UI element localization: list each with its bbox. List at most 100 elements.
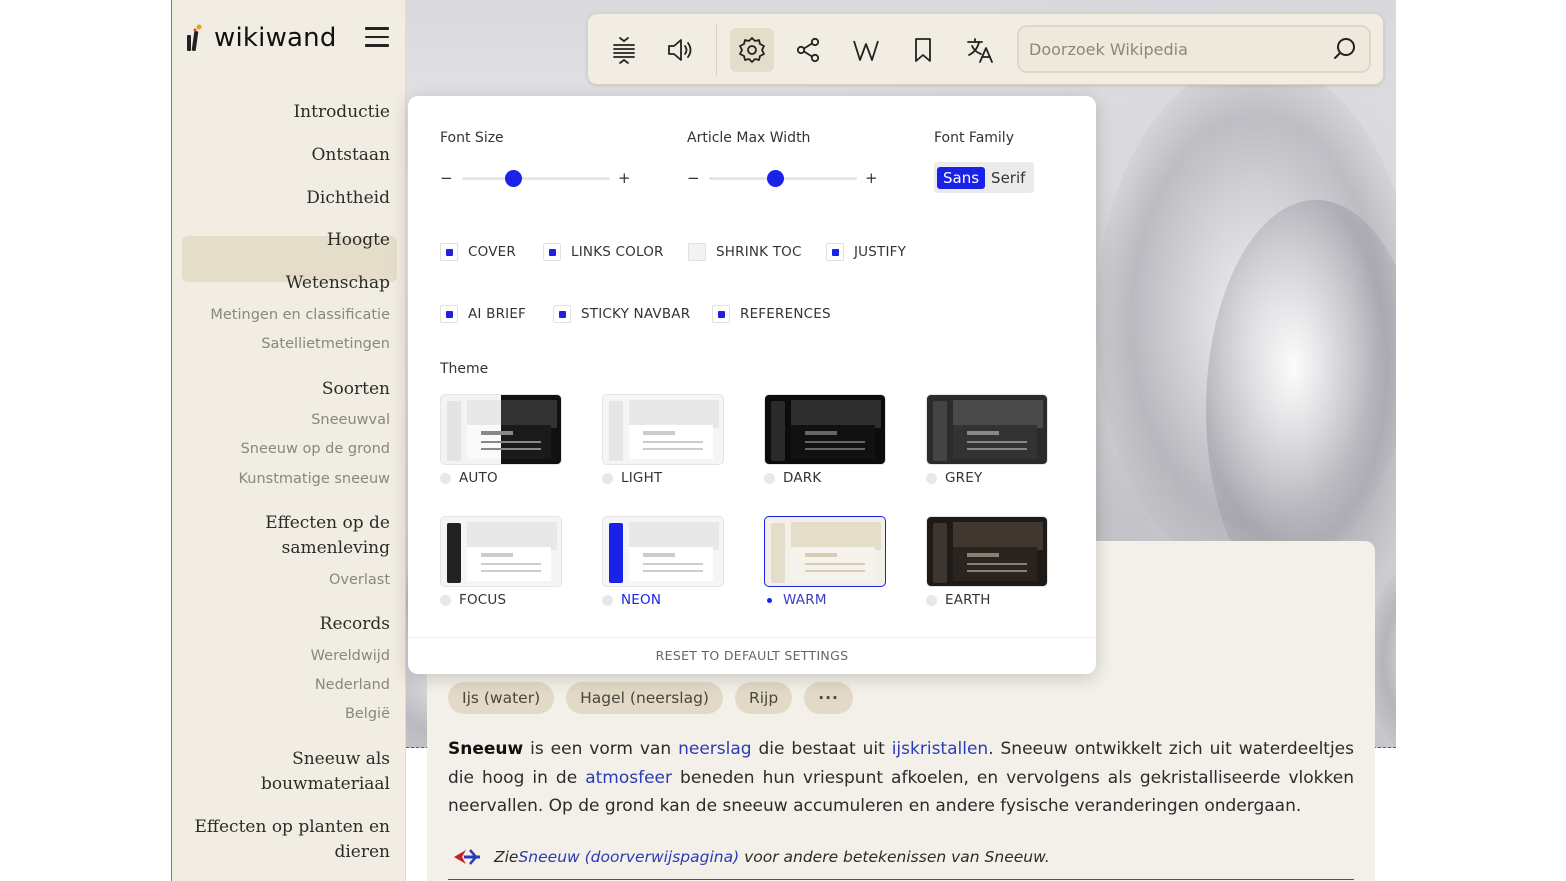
toggle-label: STICKY NAVBAR xyxy=(581,306,691,322)
font-size-knob[interactable] xyxy=(505,170,523,187)
checkbox[interactable] xyxy=(826,243,844,261)
theme-dark[interactable]: DARK xyxy=(764,394,888,486)
checkbox[interactable] xyxy=(440,243,458,261)
wikiwand-logo[interactable]: wikiwand xyxy=(184,18,337,58)
radio[interactable] xyxy=(440,472,451,484)
toggle-links-color[interactable]: LINKS COLOR xyxy=(543,243,664,261)
toc-sub-metingen[interactable]: Metingen en classificatie xyxy=(210,305,390,325)
speaker-icon[interactable] xyxy=(658,28,702,72)
toggle-sticky-navbar[interactable]: STICKY NAVBAR xyxy=(553,305,690,323)
toc-item-hoogte[interactable]: Hoogte xyxy=(327,228,390,253)
font-size-decrease[interactable]: − xyxy=(440,168,453,188)
checkbox[interactable] xyxy=(553,305,571,323)
bookmark-icon[interactable] xyxy=(901,28,945,72)
toc-item-effecten-samenleving-line2[interactable]: samenleving xyxy=(282,536,390,561)
related-chip[interactable]: Ijs (water) xyxy=(448,682,555,714)
toggle-ai-brief[interactable]: AI BRIEF xyxy=(440,305,526,323)
sidebar: wikiwand Introductie Ontstaan Dichtheid … xyxy=(171,0,406,881)
theme-preview xyxy=(926,516,1048,587)
toggle-shrink-toc[interactable]: SHRINK TOC xyxy=(688,243,802,261)
toggle-label: LINKS COLOR xyxy=(571,244,664,260)
theme-option-label: AUTO xyxy=(440,470,498,486)
toc-sub-kunstmatige-sneeuw[interactable]: Kunstmatige sneeuw xyxy=(239,469,391,489)
wikipedia-icon[interactable] xyxy=(844,28,888,72)
toc-item-planten-dieren[interactable]: Effecten op planten en xyxy=(195,815,391,840)
theme-grey[interactable]: GREY xyxy=(926,394,1050,486)
theme-warm[interactable]: WARM xyxy=(764,516,888,608)
toc-item-introductie[interactable]: Introductie xyxy=(293,100,390,125)
checkbox[interactable] xyxy=(712,305,730,323)
radio-selected[interactable] xyxy=(764,594,775,606)
theme-neon[interactable]: NEON xyxy=(602,516,726,608)
max-width-slider[interactable]: − + xyxy=(687,168,883,188)
checkbox[interactable] xyxy=(440,305,458,323)
related-chip[interactable]: Rijp xyxy=(734,682,793,714)
link-ijskristallen[interactable]: ijskristallen xyxy=(892,739,988,759)
hamburger-menu-icon[interactable] xyxy=(365,27,389,49)
top-toolbar xyxy=(587,13,1384,85)
toggle-references[interactable]: REFERENCES xyxy=(712,305,831,323)
font-size-label: Font Size xyxy=(440,130,504,146)
radio[interactable] xyxy=(602,472,613,484)
font-family-sans[interactable]: Sans xyxy=(937,166,986,189)
max-width-increase[interactable]: + xyxy=(865,168,878,188)
font-size-slider[interactable]: − + xyxy=(440,168,636,188)
theme-option-label: LIGHT xyxy=(602,470,662,486)
toc-item-planten-dieren-line2[interactable]: dieren xyxy=(334,840,390,865)
theme-label: Theme xyxy=(440,361,489,377)
toc-item-effecten-samenleving[interactable]: Effecten op de xyxy=(265,511,390,536)
toggle-label: AI BRIEF xyxy=(468,306,527,322)
radio[interactable] xyxy=(926,594,937,606)
max-width-knob[interactable] xyxy=(767,170,785,187)
radio[interactable] xyxy=(440,594,451,606)
search-icon[interactable] xyxy=(1331,35,1359,63)
theme-auto[interactable]: AUTO xyxy=(440,394,564,486)
reset-settings-button[interactable]: RESET TO DEFAULT SETTINGS xyxy=(408,648,1096,663)
toc-item-soorten[interactable]: Soorten xyxy=(322,377,390,402)
toc-toggle-icon[interactable] xyxy=(602,28,646,72)
toggle-justify[interactable]: JUSTIFY xyxy=(826,243,906,261)
theme-light[interactable]: LIGHT xyxy=(602,394,726,486)
toc-sub-sneeuw-op-de-grond[interactable]: Sneeuw op de grond xyxy=(241,439,390,459)
logo-wordmark: wikiwand xyxy=(214,23,337,53)
article-paragraph: Sneeuw is een vorm van neerslag die best… xyxy=(448,735,1354,821)
link-disambiguation[interactable]: Sneeuw (doorverwijspagina) xyxy=(518,848,739,866)
toggle-label: JUSTIFY xyxy=(854,244,907,260)
toc-sub-belgie[interactable]: België xyxy=(345,704,390,724)
toc-item-records[interactable]: Records xyxy=(320,612,390,637)
toc-item-bouwmateriaal[interactable]: Sneeuw als xyxy=(292,747,390,772)
font-size-increase[interactable]: + xyxy=(618,168,631,188)
toc-sub-wereldwijd[interactable]: Wereldwijd xyxy=(311,646,390,666)
gear-icon[interactable] xyxy=(730,28,774,72)
radio[interactable] xyxy=(764,472,775,484)
toc-item-wetenschap[interactable]: Wetenschap xyxy=(286,271,390,296)
translate-icon[interactable] xyxy=(958,28,1002,72)
toc-item-bouwmateriaal-line2[interactable]: bouwmateriaal xyxy=(261,772,390,797)
share-icon[interactable] xyxy=(786,28,830,72)
hatnote-text: voor andere betekenissen van Sneeuw. xyxy=(739,848,1050,866)
related-chip[interactable]: Hagel (neerslag) xyxy=(566,682,723,714)
more-chips-button[interactable]: ··· xyxy=(804,682,853,714)
toc-item-dichtheid[interactable]: Dichtheid xyxy=(306,186,390,211)
font-family-serif[interactable]: Serif xyxy=(985,167,1031,189)
toc-sub-satellietmetingen[interactable]: Satellietmetingen xyxy=(261,334,390,354)
search-box xyxy=(1017,25,1371,73)
checkbox[interactable] xyxy=(688,243,706,261)
radio[interactable] xyxy=(926,472,937,484)
slider-track xyxy=(462,177,610,180)
toggle-cover[interactable]: COVER xyxy=(440,243,516,261)
theme-focus[interactable]: FOCUS xyxy=(440,516,564,608)
radio[interactable] xyxy=(602,594,613,606)
toc-sub-overlast[interactable]: Overlast xyxy=(329,570,390,590)
theme-preview xyxy=(602,394,724,465)
theme-earth[interactable]: EARTH xyxy=(926,516,1050,608)
toc-sub-nederland[interactable]: Nederland xyxy=(315,675,390,695)
link-neerslag[interactable]: neerslag xyxy=(678,739,751,759)
toc-sub-sneeuwval[interactable]: Sneeuwval xyxy=(311,410,390,430)
toggle-label: SHRINK TOC xyxy=(716,244,802,260)
search-input[interactable] xyxy=(1029,27,1319,71)
max-width-decrease[interactable]: − xyxy=(687,168,700,188)
checkbox[interactable] xyxy=(543,243,561,261)
toc-item-ontstaan[interactable]: Ontstaan xyxy=(312,143,391,168)
link-atmosfeer[interactable]: atmosfeer xyxy=(585,768,672,788)
